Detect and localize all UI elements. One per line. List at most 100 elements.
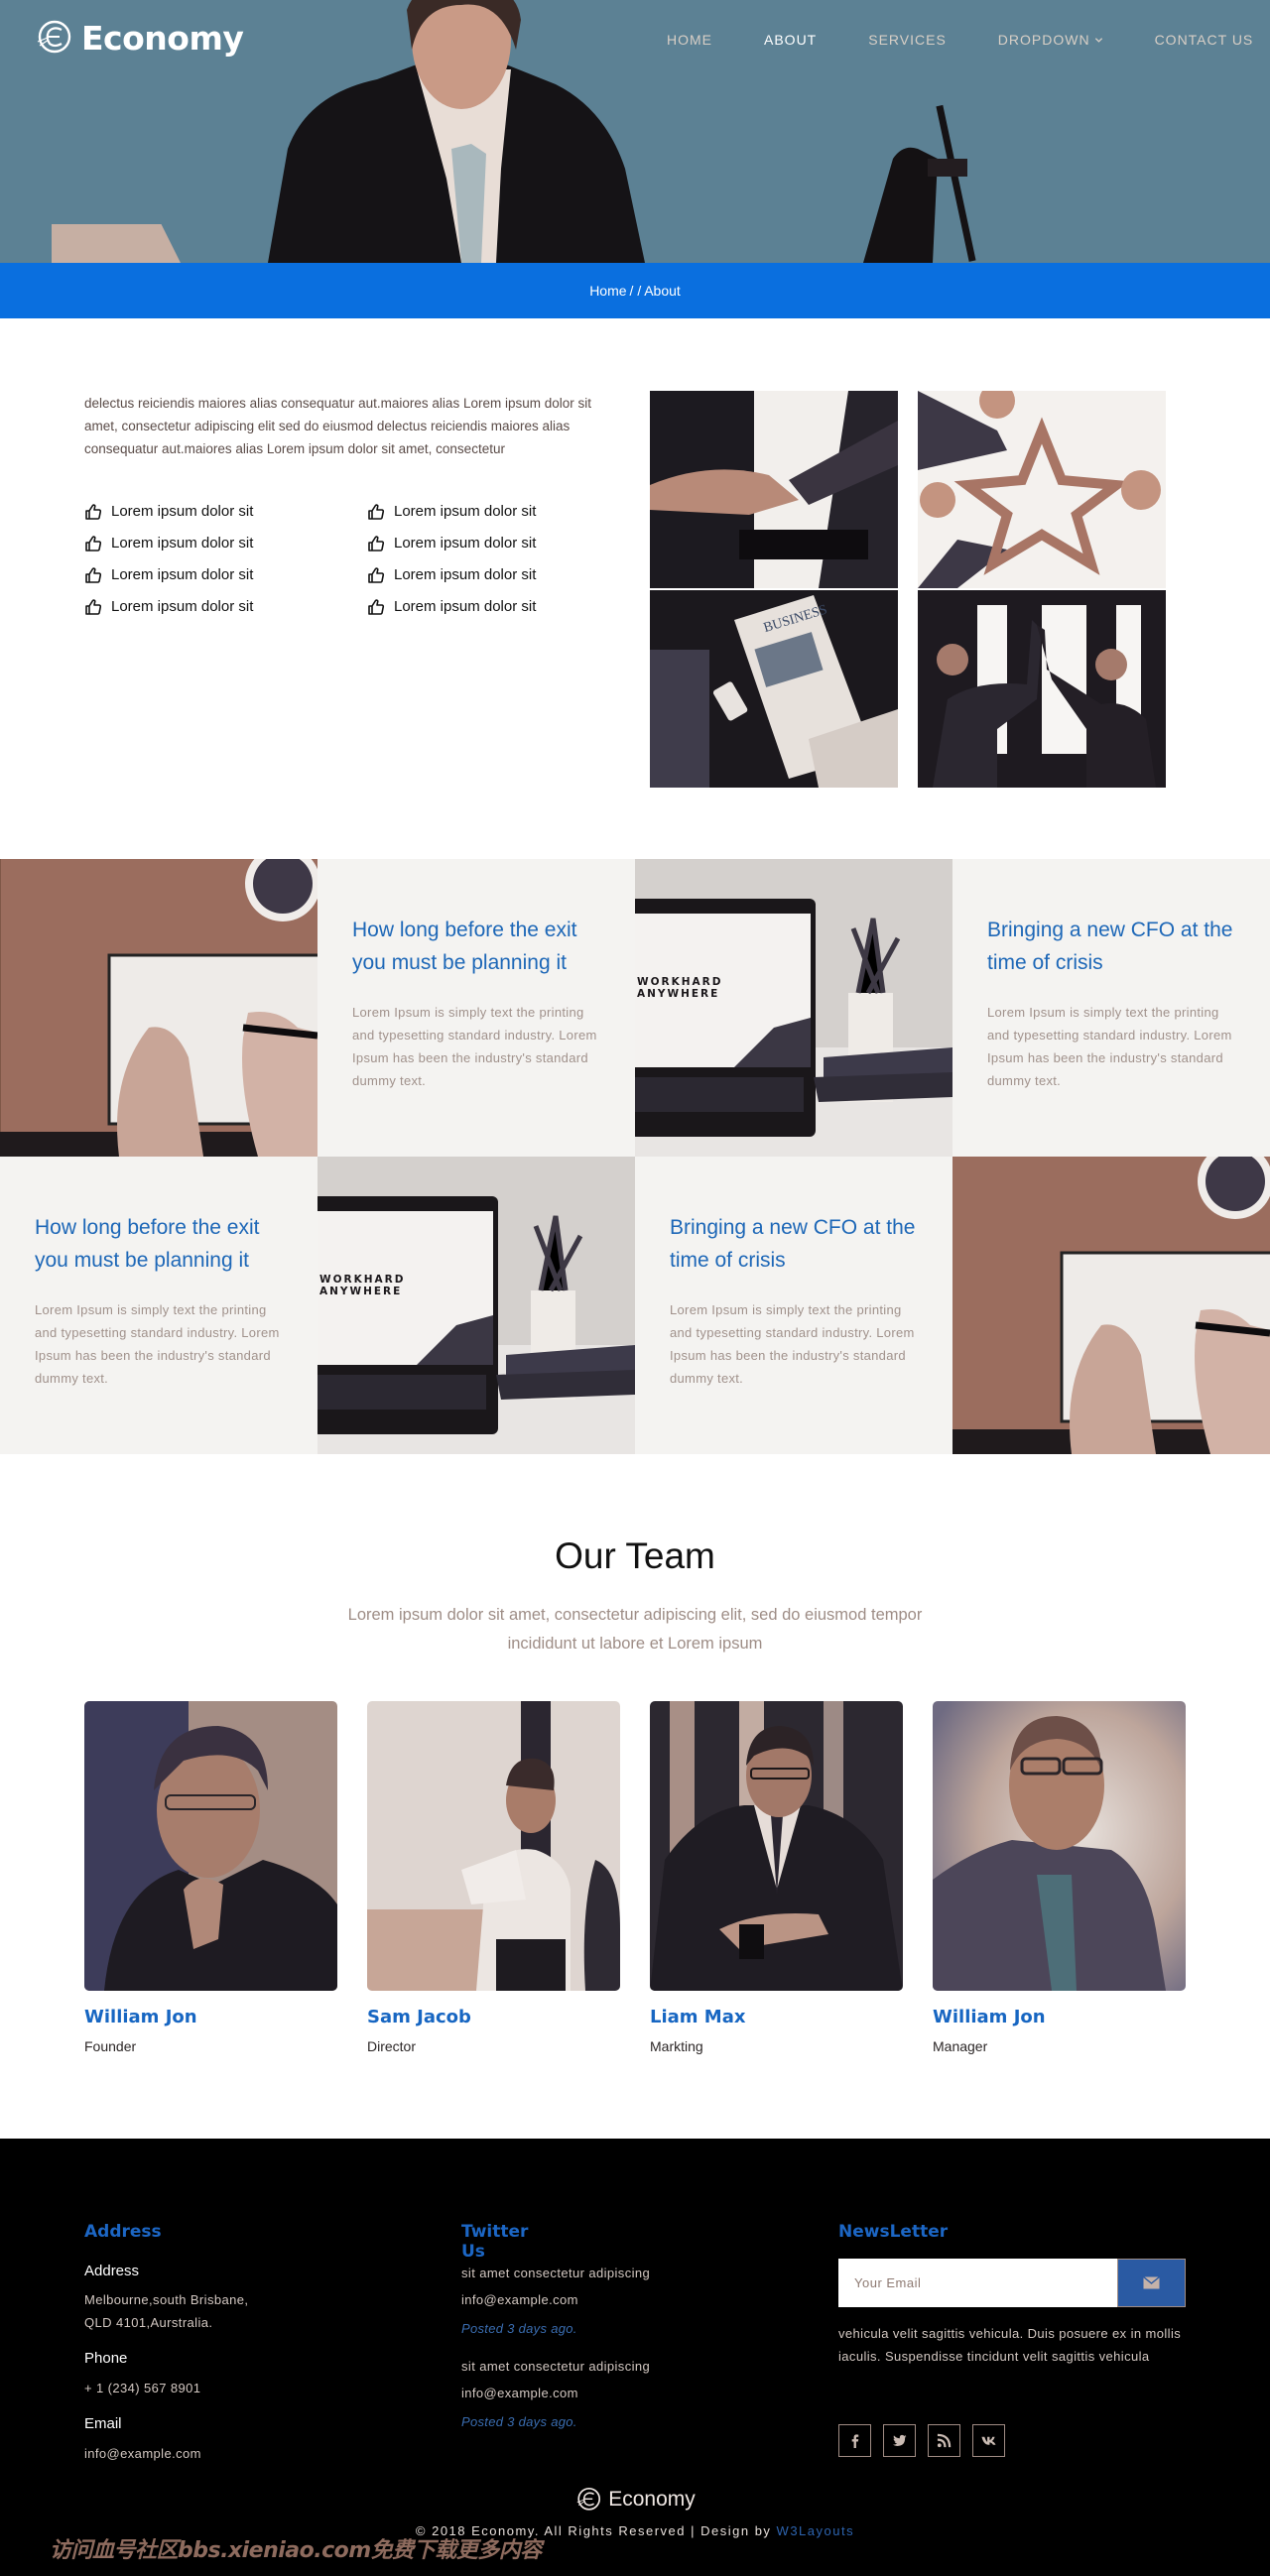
globe-e-icon — [37, 20, 71, 54]
designer-link[interactable]: W3Layouts — [777, 2523, 855, 2538]
breadcrumb-current: About — [644, 283, 681, 299]
blog-card: How long before the exit you must be pla… — [0, 1157, 318, 1454]
blog-card-title[interactable]: How long before the exit you must be pla… — [352, 914, 600, 979]
address-line-2: QLD 4101,Aurstralia. — [84, 2315, 213, 2330]
footer-address-heading: Address — [84, 2222, 162, 2242]
envelope-icon — [1143, 2276, 1160, 2289]
blog-card: Bringing a new CFO at the time of crisis… — [952, 859, 1270, 1157]
blog-card-text: Lorem Ipsum is simply text the printing … — [670, 1302, 915, 1386]
thumbs-up-icon — [368, 535, 385, 552]
gallery-photo-business-newspaper: BUSINESS — [650, 590, 898, 788]
footer-logo[interactable]: Economy — [0, 2486, 1270, 2514]
vk-link[interactable] — [972, 2424, 1005, 2457]
team-cards: William Jon Founder Sam Jacob Director L… — [84, 1701, 1186, 2054]
tweet-email[interactable]: info@example.com — [461, 2386, 578, 2400]
newsletter-description: vehicula velit sagittis vehicula. Duis p… — [838, 2326, 1182, 2364]
copyright-text: © 2018 Economy. All Rights Reserved | De… — [415, 2523, 777, 2538]
main-nav: HOME ABOUT SERVICES DROPDOWN CONTACT US — [667, 32, 1253, 48]
thumbs-up-icon — [85, 566, 102, 583]
thumbs-up-icon — [85, 535, 102, 552]
rss-link[interactable] — [928, 2424, 960, 2457]
thumbs-up-icon — [368, 598, 385, 615]
phone-value[interactable]: + 1 (234) 567 8901 — [84, 2377, 200, 2399]
team-member-role: Founder — [84, 2038, 137, 2054]
nav-contact-us[interactable]: CONTACT US — [1155, 32, 1254, 48]
hero-box-decoration — [52, 224, 181, 263]
feature-item: Lorem ipsum dolor sit — [84, 501, 367, 522]
blog-card: How long before the exit you must be pla… — [318, 859, 635, 1157]
globe-e-icon — [576, 2487, 601, 2511]
nav-dropdown[interactable]: DROPDOWN — [998, 32, 1103, 48]
newsletter-submit-button[interactable] — [1117, 2259, 1186, 2307]
blog-grid: How long before the exit you must be pla… — [0, 859, 1270, 1454]
blog-image-notebook — [0, 859, 318, 1157]
feature-item: Lorem ipsum dolor sit — [367, 596, 600, 617]
tweet-email[interactable]: info@example.com — [461, 2292, 578, 2307]
team-member-role: Markting — [650, 2038, 703, 2054]
tweet-posted-time: Posted 3 days ago. — [461, 2321, 577, 2336]
breadcrumb: Home / / About — [0, 263, 1270, 318]
tweet-text: sit amet consectetur adipiscing — [461, 2266, 651, 2280]
twitter-link[interactable] — [883, 2424, 916, 2457]
blog-card-text: Lorem Ipsum is simply text the printing … — [352, 1005, 597, 1088]
footer-twitter-heading: Twitter Us — [461, 2222, 529, 2262]
email-label: Email — [84, 2415, 122, 2432]
nav-about[interactable]: ABOUT — [764, 32, 817, 48]
vk-icon — [981, 2436, 996, 2445]
breadcrumb-home[interactable]: Home — [589, 283, 626, 299]
footer-newsletter-heading: NewsLetter — [838, 2222, 949, 2242]
blog-card-title[interactable]: How long before the exit you must be pla… — [35, 1211, 283, 1277]
feature-item: Lorem ipsum dolor sit — [84, 533, 367, 553]
newsletter-email-input[interactable] — [838, 2259, 1117, 2307]
team-member-card: Sam Jacob Director — [367, 1701, 620, 2054]
team-member-name[interactable]: William Jon — [933, 2007, 1186, 2027]
breadcrumb-separator: / / — [629, 283, 642, 299]
feature-list: Lorem ipsum dolor sit Lorem ipsum dolor … — [84, 501, 600, 617]
phone-label: Phone — [84, 2350, 128, 2367]
gallery-photo-handshake — [650, 391, 898, 588]
team-member-card: Liam Max Markting — [650, 1701, 903, 2054]
team-member-photo — [84, 1701, 337, 1991]
blog-image-notebook — [952, 1157, 1270, 1454]
gallery-photo-team-star — [918, 391, 1166, 588]
blog-card-title[interactable]: Bringing a new CFO at the time of crisis — [987, 914, 1235, 979]
team-member-name[interactable]: William Jon — [84, 2007, 337, 2027]
thumbs-up-icon — [368, 566, 385, 583]
team-member-name[interactable]: Sam Jacob — [367, 2007, 620, 2027]
nav-home[interactable]: HOME — [667, 32, 712, 48]
team-section: Our Team Lorem ipsum dolor sit amet, con… — [0, 1454, 1270, 2139]
facebook-link[interactable] — [838, 2424, 871, 2457]
copyright: © 2018 Economy. All Rights Reserved | De… — [0, 2523, 1270, 2538]
blog-card-text: Lorem Ipsum is simply text the printing … — [987, 1005, 1232, 1088]
hero-lamp-image — [863, 104, 976, 263]
footer-brand-name: Economy — [608, 2488, 696, 2511]
hero-header: Economy HOME ABOUT SERVICES DROPDOWN CON… — [0, 0, 1270, 263]
blog-card-title[interactable]: Bringing a new CFO at the time of crisis — [670, 1211, 918, 1277]
brand-logo[interactable]: Economy — [34, 18, 244, 58]
laptop-screen-text: WORKHARD — [637, 976, 722, 988]
about-section: delectus reiciendis maiores alias conseq… — [0, 318, 1270, 859]
team-member-card: William Jon Manager — [933, 1701, 1186, 2054]
blog-card-text: Lorem Ipsum is simply text the printing … — [35, 1302, 280, 1386]
team-member-role: Manager — [933, 2038, 988, 2054]
address-label: Address — [84, 2263, 140, 2279]
newsletter-form — [838, 2259, 1186, 2307]
team-member-photo — [650, 1701, 903, 1991]
team-member-name[interactable]: Liam Max — [650, 2007, 903, 2027]
team-title: Our Team — [555, 1535, 715, 1576]
chevron-down-icon — [1094, 37, 1102, 43]
footer: Address Address Melbourne,south Brisbane… — [0, 2139, 1270, 2576]
thumbs-up-icon — [85, 598, 102, 615]
about-gallery: BUSINESS — [650, 391, 1166, 788]
blog-image-laptop: WORKHARD ANYWHERE — [318, 1157, 635, 1454]
nav-dropdown-label: DROPDOWN — [997, 32, 1090, 48]
blog-card: Bringing a new CFO at the time of crisis… — [635, 1157, 952, 1454]
feature-item: Lorem ipsum dolor sit — [367, 501, 600, 522]
email-value[interactable]: info@example.com — [84, 2442, 201, 2465]
address-line-1: Melbourne,south Brisbane, — [84, 2292, 249, 2307]
nav-services[interactable]: SERVICES — [868, 32, 947, 48]
team-subtitle: Lorem ipsum dolor sit amet, consectetur … — [347, 1606, 923, 1653]
feature-item: Lorem ipsum dolor sit — [367, 564, 600, 585]
facebook-icon — [851, 2434, 859, 2448]
svg-text:ANYWHERE: ANYWHERE — [637, 988, 719, 1000]
